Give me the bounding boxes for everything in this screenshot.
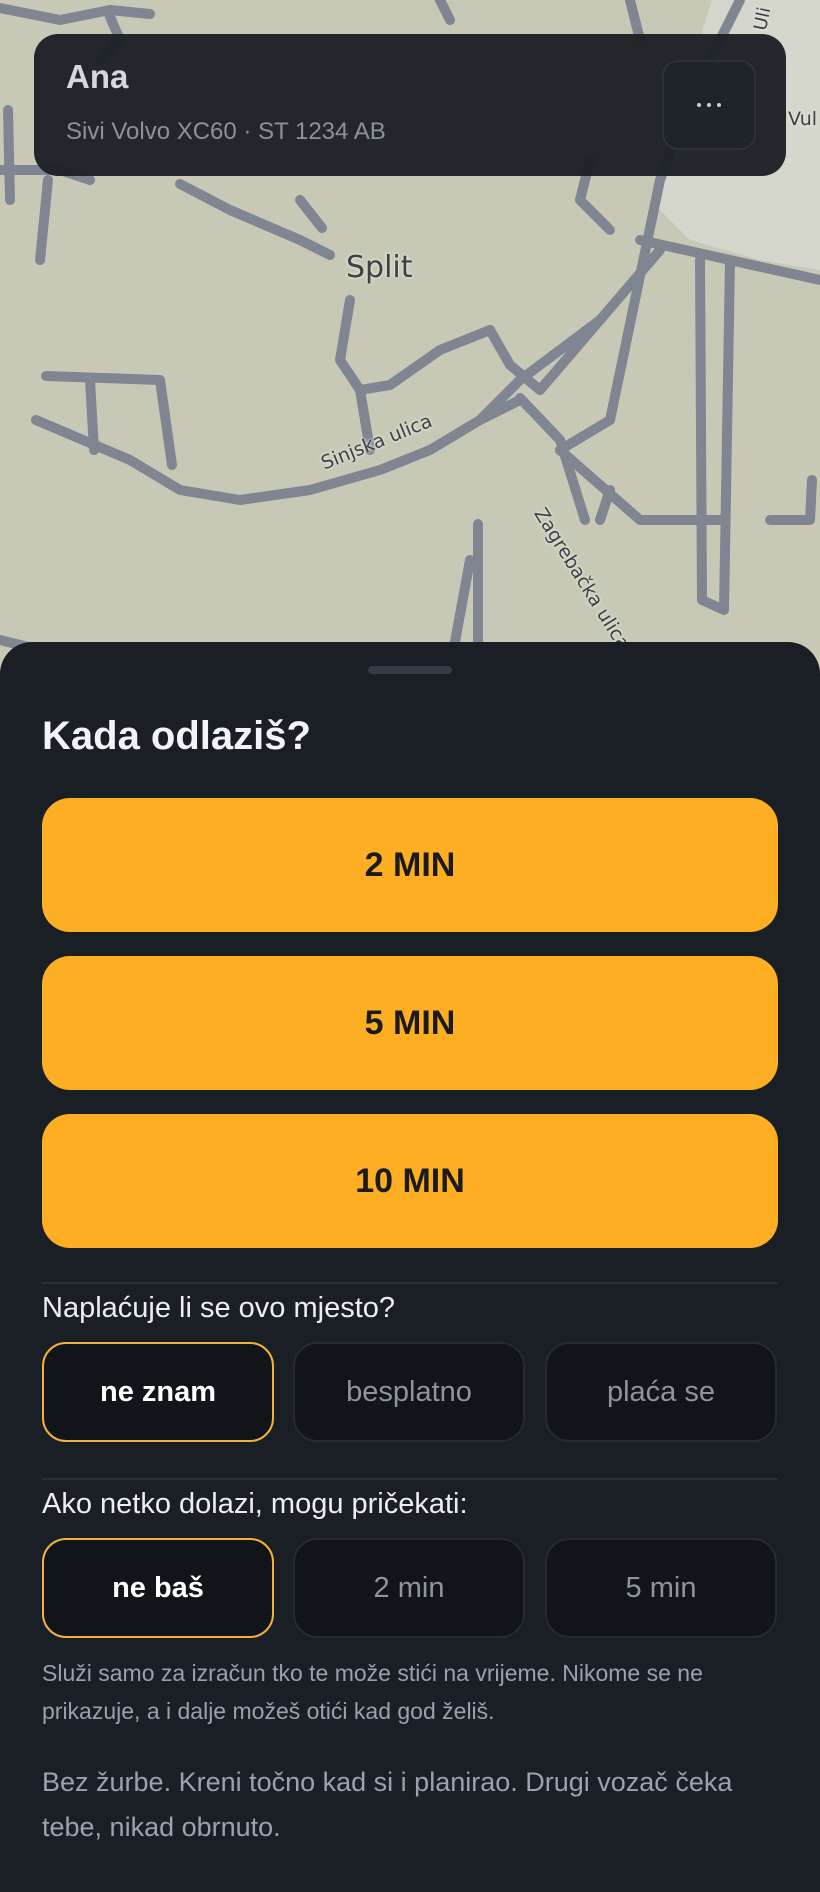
more-options-button[interactable] — [662, 60, 756, 150]
parking-question: Naplaćuje li se ovo mjesto? — [42, 1292, 396, 1324]
driver-car-details: Sivi Volvo XC60 · ST 1234 AB — [66, 118, 386, 145]
leave-2-min-button[interactable]: 2 MIN — [42, 798, 778, 932]
leave-10-min-button[interactable]: 10 MIN — [42, 1114, 778, 1248]
map-city-label: Split — [346, 250, 413, 285]
reassurance-text: Bez žurbe. Kreni točno kad si i planirao… — [42, 1767, 733, 1842]
more-dots-icon — [697, 103, 701, 107]
sheet-drag-handle[interactable] — [368, 666, 452, 674]
parking-option-paid[interactable]: plaća se — [545, 1342, 777, 1442]
sheet-title: Kada odlaziš? — [42, 714, 311, 758]
more-dots-icon — [717, 103, 721, 107]
departure-sheet: Kada odlaziš? 2 MIN 5 MIN 10 MIN Naplaću… — [0, 642, 820, 1892]
wait-option-2-min[interactable]: 2 min — [293, 1538, 525, 1638]
divider — [42, 1282, 778, 1284]
driver-name: Ana — [66, 58, 129, 95]
parking-option-free[interactable]: besplatno — [293, 1342, 525, 1442]
more-dots-icon — [707, 103, 711, 107]
wait-question: Ako netko dolazi, mogu pričekati: — [42, 1488, 468, 1520]
driver-card: Ana Sivi Volvo XC60 · ST 1234 AB — [34, 34, 786, 176]
helper-text: Služi samo za izračun tko te može stići … — [42, 1660, 703, 1724]
divider — [42, 1478, 778, 1480]
parking-option-unknown[interactable]: ne znam — [42, 1342, 274, 1442]
wait-option-5-min[interactable]: 5 min — [545, 1538, 777, 1638]
wait-option-not-really[interactable]: ne baš — [42, 1538, 274, 1638]
leave-5-min-button[interactable]: 5 MIN — [42, 956, 778, 1090]
map-street-label: Vul — [788, 108, 818, 130]
